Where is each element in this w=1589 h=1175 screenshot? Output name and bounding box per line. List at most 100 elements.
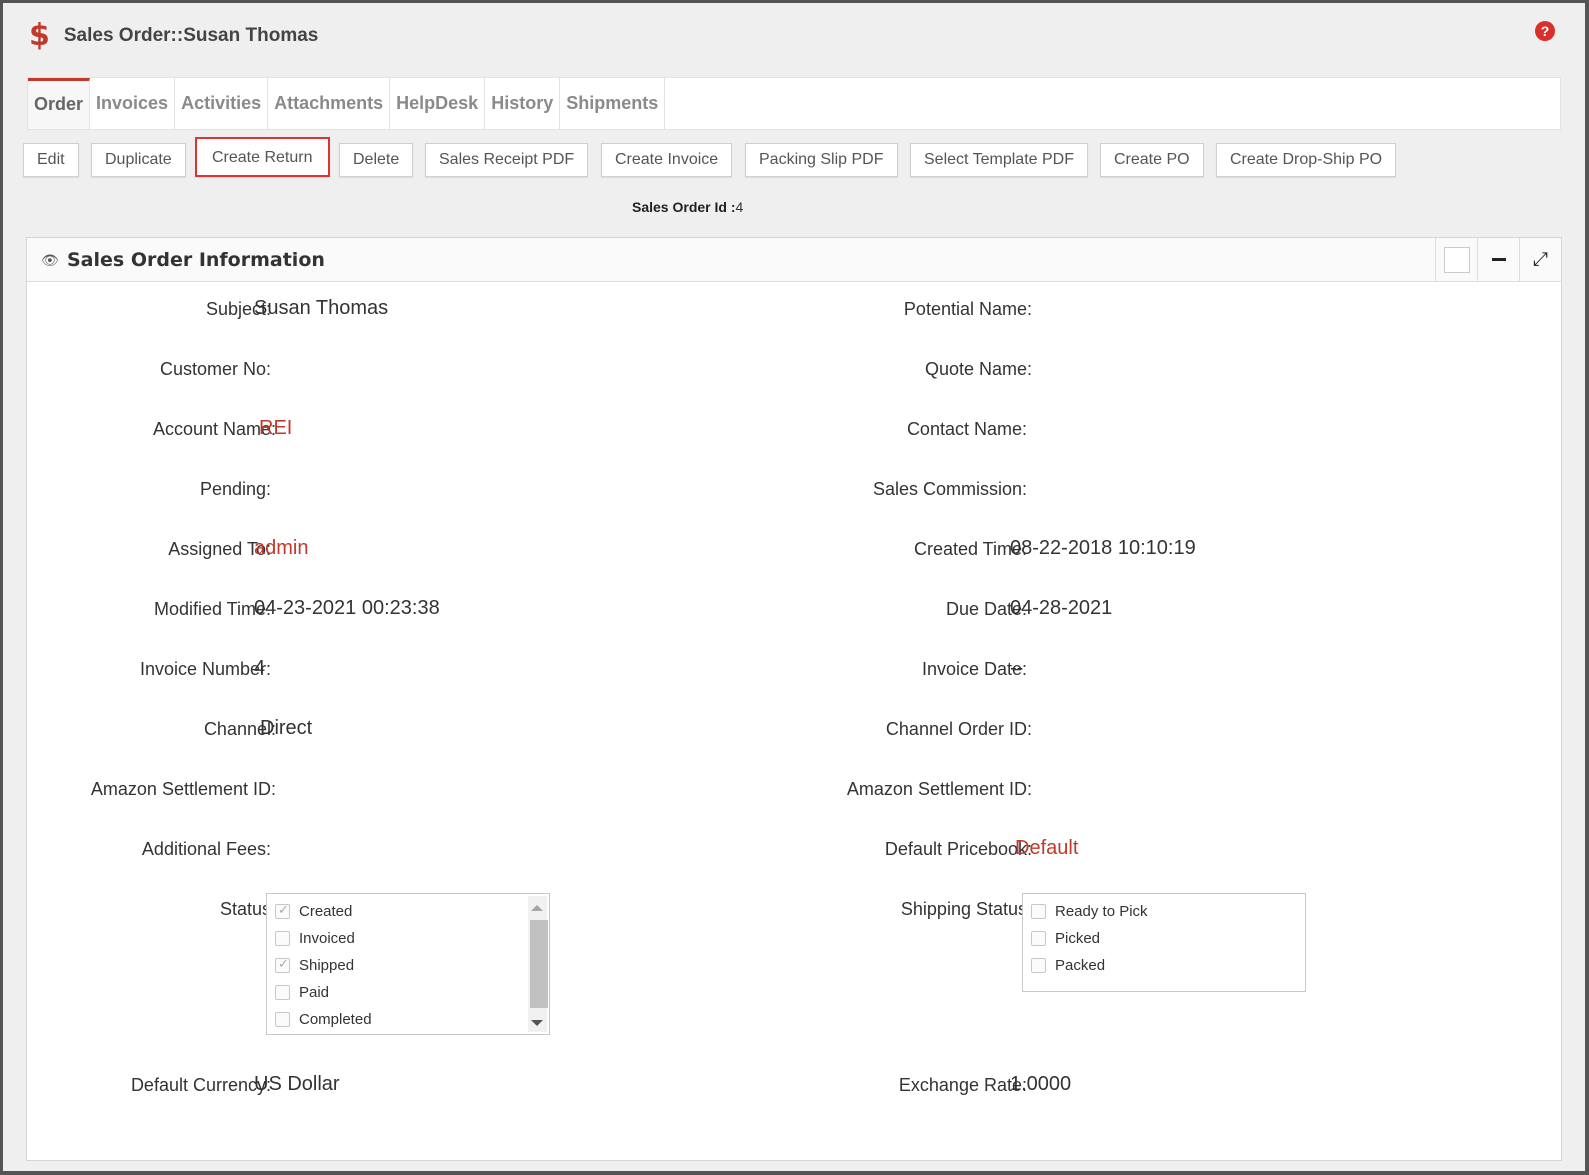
checkbox-icon[interactable] — [275, 956, 290, 973]
status-option-shipped[interactable]: Shipped — [275, 955, 354, 975]
amazon-settlement-id-left-field: Amazon Settlement ID: — [91, 779, 276, 800]
panel-title: Sales Order Information — [67, 249, 325, 271]
invoice-number-label: Invoice Number: — [139, 659, 271, 679]
account-name-field: Account Name: — [153, 419, 276, 440]
customer-no-label: Customer No: — [159, 359, 271, 379]
create-return-button[interactable]: Create Return — [195, 137, 330, 177]
shipping-option-picked[interactable]: Picked — [1031, 928, 1100, 948]
subject-value: Susan Thomas — [254, 297, 389, 319]
action-toolbar: Edit Duplicate Create Return Delete Sale… — [3, 137, 1589, 179]
assigned-to-link[interactable]: admin — [254, 537, 308, 559]
dollar-icon: $ — [29, 18, 50, 53]
sales-order-id: Sales Order Id :4 — [632, 199, 743, 215]
status-option-completed[interactable]: Completed — [275, 1009, 372, 1029]
created-time-value: 08-22-2018 10:10:19 — [1010, 537, 1196, 559]
channel-order-id-label: Channel Order ID: — [885, 719, 1032, 739]
pending-label: Pending: — [199, 479, 271, 499]
minimize-icon[interactable] — [1477, 238, 1519, 282]
create-invoice-button[interactable]: Create Invoice — [601, 143, 733, 177]
exchange-rate-value: 1.0000 — [1010, 1073, 1072, 1095]
default-currency-value: US Dollar — [254, 1073, 340, 1095]
status-option-paid[interactable]: Paid — [275, 982, 329, 1002]
amazon-settlement-id-right-field: Amazon Settlement ID: — [847, 779, 1032, 800]
shipping-status-label: Shipping Status: — [900, 899, 1032, 919]
select-template-pdf-button[interactable]: Select Template PDF — [910, 143, 1088, 177]
checkbox-icon[interactable] — [275, 984, 290, 1000]
tab-attachments[interactable]: Attachments — [268, 78, 391, 129]
exchange-rate-field: Exchange Rate: — [899, 1075, 1027, 1096]
checkbox-icon[interactable] — [1031, 930, 1046, 946]
modified-time-value-wrap: 04-23-2021 00:23:38 — [254, 597, 440, 620]
scroll-down-icon[interactable] — [531, 1020, 543, 1026]
expand-icon[interactable]: ⤢ — [1519, 238, 1561, 282]
edit-button[interactable]: Edit — [23, 143, 79, 177]
duplicate-button[interactable]: Duplicate — [91, 143, 186, 177]
tab-invoices[interactable]: Invoices — [90, 78, 176, 129]
checkbox-icon[interactable] — [1031, 957, 1046, 973]
help-icon[interactable]: ? — [1535, 21, 1555, 41]
tab-shipments[interactable]: Shipments — [560, 78, 666, 129]
delete-button[interactable]: Delete — [339, 143, 414, 177]
invoice-number-field: Invoice Number: — [140, 659, 271, 680]
pending-field: Pending: — [200, 479, 271, 500]
create-drop-ship-po-button[interactable]: Create Drop-Ship PO — [1216, 143, 1397, 177]
account-name-link[interactable]: REI — [259, 417, 292, 439]
sales-commission-label: Sales Commission: — [872, 479, 1027, 499]
subject-value-wrap: Susan Thomas — [254, 297, 388, 320]
default-pricebook-label: Default Pricebook: — [884, 839, 1032, 859]
page-header: $ Sales Order::Susan Thomas — [29, 21, 318, 51]
tab-order[interactable]: Order — [28, 78, 91, 129]
create-po-button[interactable]: Create PO — [1100, 143, 1204, 177]
potential-name-field: Potential Name: — [904, 299, 1032, 320]
invoice-date-value-wrap: -- — [1010, 657, 1023, 680]
exchange-rate-value-wrap: 1.0000 — [1010, 1073, 1071, 1096]
tab-bar: Order Invoices Activities Attachments He… — [27, 77, 1561, 130]
assigned-to-value-wrap: admin — [254, 537, 308, 560]
shipping-option-ready-to-pick[interactable]: Ready to Pick — [1031, 901, 1148, 921]
checkbox-icon[interactable] — [275, 930, 290, 946]
scroll-up-icon[interactable] — [531, 905, 543, 911]
sales-commission-field: Sales Commission: — [873, 479, 1027, 500]
customer-no-field: Customer No: — [160, 359, 271, 380]
tab-activities[interactable]: Activities — [175, 78, 269, 129]
channel-value: Direct — [260, 717, 313, 739]
invoice-number-value-wrap: 4 — [254, 657, 265, 680]
status-multiselect[interactable]: Created Invoiced Shipped Paid Completed — [266, 893, 550, 1035]
sales-order-information-panel: 👁 Sales Order Information ⤢ Subject: Sus… — [26, 237, 1562, 1161]
quote-name-label: Quote Name: — [924, 359, 1032, 379]
status-option-created[interactable]: Created — [275, 901, 352, 921]
panel-checkbox-control[interactable] — [1435, 238, 1477, 282]
shipping-status-field: Shipping Status: — [901, 899, 1032, 920]
panel-header: 👁 Sales Order Information ⤢ — [27, 238, 1561, 282]
checkbox-icon[interactable] — [275, 902, 290, 919]
packing-slip-pdf-button[interactable]: Packing Slip PDF — [745, 143, 898, 177]
contact-name-label: Contact Name: — [906, 419, 1027, 439]
sales-order-id-value: 4 — [735, 199, 744, 215]
default-pricebook-field: Default Pricebook: — [885, 839, 1032, 860]
status-option-invoiced[interactable]: Invoiced — [275, 928, 355, 948]
default-currency-label: Default Currency: — [130, 1075, 271, 1095]
default-pricebook-value-wrap: Default — [1015, 837, 1078, 860]
status-scrollbar[interactable] — [528, 896, 548, 1032]
additional-fees-label: Additional Fees: — [141, 839, 271, 859]
eye-icon[interactable]: 👁 — [41, 252, 59, 269]
contact-name-field: Contact Name: — [907, 419, 1027, 440]
potential-name-label: Potential Name: — [903, 299, 1032, 319]
invoice-date-value: -- — [1010, 657, 1024, 679]
default-currency-value-wrap: US Dollar — [254, 1073, 340, 1096]
scroll-thumb[interactable] — [530, 920, 548, 1008]
due-date-value-wrap: 04-28-2021 — [1010, 597, 1112, 620]
checkbox-icon[interactable] — [1031, 903, 1046, 919]
amazon-settlement-id-left-label: Amazon Settlement ID: — [90, 779, 276, 799]
modified-time-value: 04-23-2021 00:23:38 — [254, 597, 440, 619]
default-currency-field: Default Currency: — [131, 1075, 271, 1096]
account-name-label: Account Name: — [152, 419, 276, 439]
tab-history[interactable]: History — [485, 78, 561, 129]
sales-receipt-pdf-button[interactable]: Sales Receipt PDF — [425, 143, 589, 177]
checkbox-icon[interactable] — [275, 1011, 290, 1027]
tab-helpdesk[interactable]: HelpDesk — [390, 78, 486, 129]
created-time-value-wrap: 08-22-2018 10:10:19 — [1010, 537, 1196, 560]
shipping-status-multiselect[interactable]: Ready to Pick Picked Packed — [1022, 893, 1306, 992]
default-pricebook-link[interactable]: Default — [1015, 837, 1078, 859]
shipping-option-packed[interactable]: Packed — [1031, 955, 1105, 975]
